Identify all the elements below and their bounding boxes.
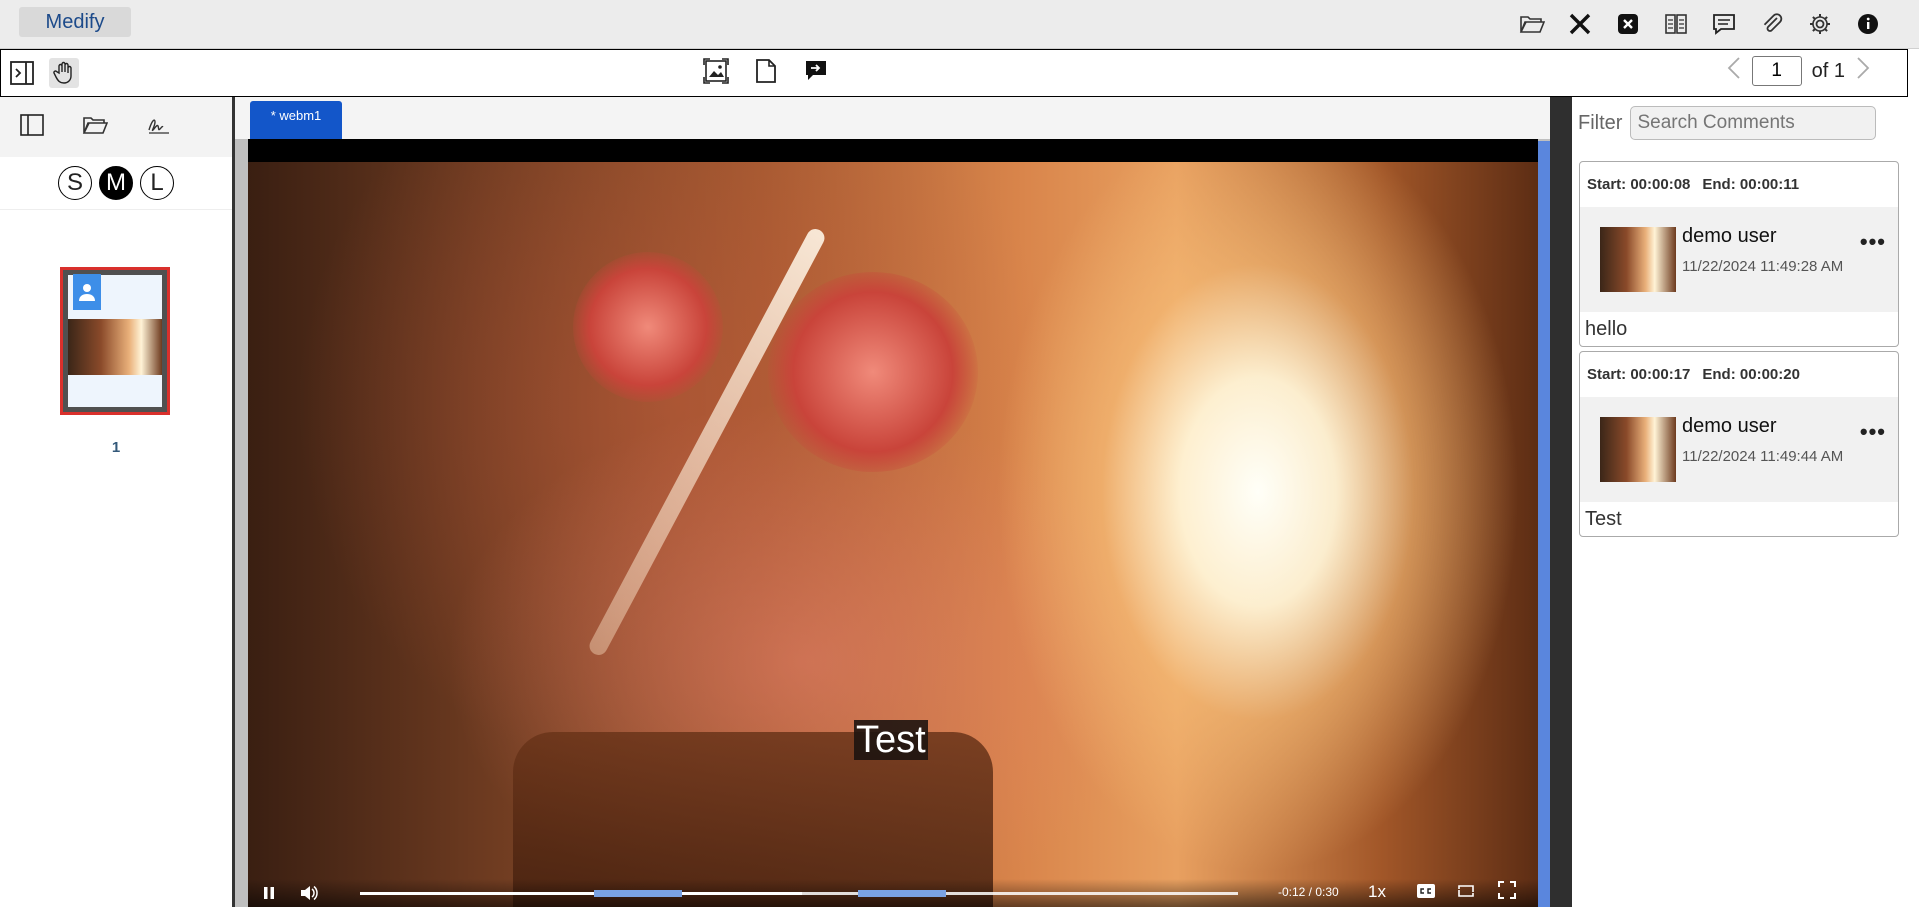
comment-author: demo user	[1682, 415, 1777, 437]
left-panel-tabs	[0, 97, 232, 157]
comment-time-range: Start: 00:00:08 End: 00:00:11	[1580, 162, 1898, 207]
viewer-scrollbar[interactable]	[1538, 141, 1550, 907]
search-comments-input[interactable]	[1630, 106, 1877, 140]
chevron-left-icon[interactable]	[1726, 56, 1742, 86]
info-icon[interactable]	[1853, 10, 1883, 38]
comment-end: End: 00:00:11	[1702, 176, 1800, 193]
page-navigator: of 1	[1726, 56, 1871, 86]
compare-icon[interactable]	[1661, 10, 1691, 38]
close-icon[interactable]	[1565, 10, 1595, 38]
comments-panel: Filter Start: 00:00:08 End: 00:00:11 demo…	[1572, 97, 1919, 907]
flower	[573, 252, 723, 402]
document-tab[interactable]: * webm1	[250, 101, 342, 139]
fullscreen-icon[interactable]	[1498, 881, 1516, 904]
pause-icon[interactable]	[254, 880, 284, 906]
comment-start: Start: 00:00:17	[1587, 366, 1691, 383]
main-toolbar: of 1	[0, 49, 1908, 97]
comment-date: 11/22/2024 11:49:28 AM	[1682, 258, 1844, 275]
panel-divider[interactable]	[1550, 97, 1572, 907]
folder-open-icon[interactable]	[1517, 10, 1547, 38]
video-progress-played	[360, 892, 802, 895]
video-player[interactable]: Test -0:12 / 0:30 1x	[248, 139, 1538, 907]
top-bar: Medify	[0, 0, 1919, 49]
comment-marker[interactable]	[857, 890, 946, 897]
comment-marker[interactable]	[594, 890, 683, 897]
pan-hand-icon[interactable]	[49, 58, 79, 88]
gear-icon[interactable]	[1805, 10, 1835, 38]
comment-header: demo user 11/22/2024 11:49:44 AM •••	[1580, 397, 1898, 502]
comment-start: Start: 00:00:08	[1587, 176, 1691, 193]
comment-export-icon[interactable]	[801, 56, 831, 86]
thumbnail-size-selector: S M L	[0, 157, 232, 210]
playback-speed-button[interactable]: 1x	[1368, 882, 1386, 902]
signature-panel-icon[interactable]	[146, 114, 172, 141]
thumbnail-video-frame	[68, 319, 162, 375]
volume-icon[interactable]	[294, 880, 324, 906]
chevron-right-icon[interactable]	[1855, 56, 1871, 86]
page-icon[interactable]	[751, 56, 781, 86]
close-box-icon[interactable]	[1613, 10, 1643, 38]
folder-panel-icon[interactable]	[82, 114, 109, 141]
fit-image-icon[interactable]	[701, 56, 731, 86]
captions-icon[interactable]	[1416, 881, 1436, 906]
comment-author: demo user	[1682, 225, 1777, 247]
page-total-label: of 1	[1811, 59, 1845, 82]
comment-time-range: Start: 00:00:17 End: 00:00:20	[1580, 352, 1898, 397]
size-medium-button[interactable]: M	[99, 166, 133, 200]
page-thumbnail[interactable]	[60, 267, 170, 415]
video-controls: -0:12 / 0:30 1x	[248, 879, 1538, 907]
video-frame: Test	[248, 162, 1538, 907]
brand-logo[interactable]: Medify	[19, 7, 131, 37]
document-tab-strip: * webm1	[235, 97, 1550, 139]
comment-header: demo user 11/22/2024 11:49:28 AM •••	[1580, 207, 1898, 312]
video-progress-bar[interactable]	[360, 890, 1238, 897]
document-viewer: * webm1 Test -0:12 / 0:30 1x	[235, 97, 1550, 907]
more-options-icon[interactable]: •••	[1860, 419, 1886, 445]
loop-icon[interactable]	[1456, 881, 1476, 906]
comment-card[interactable]: Start: 00:00:08 End: 00:00:11 demo user 1…	[1579, 161, 1899, 347]
filter-label: Filter	[1578, 111, 1623, 134]
thumbnail-list: 1	[0, 267, 232, 907]
more-options-icon[interactable]: •••	[1860, 229, 1886, 255]
flower	[768, 272, 978, 472]
comment-end: End: 00:00:20	[1702, 366, 1800, 383]
thumbnail-page-number: 1	[111, 439, 121, 456]
sidebar-toggle-icon[interactable]	[7, 58, 37, 88]
avatar	[1600, 417, 1676, 482]
comment-date: 11/22/2024 11:49:44 AM	[1682, 448, 1844, 465]
comments-icon[interactable]	[1709, 10, 1739, 38]
video-caption: Test	[854, 719, 928, 761]
user-badge-icon	[73, 274, 101, 310]
paperclip-icon[interactable]	[1757, 10, 1787, 38]
comment-text: Test	[1585, 508, 1622, 530]
video-time: -0:12 / 0:30	[1278, 885, 1339, 899]
size-large-button[interactable]: L	[140, 166, 174, 200]
left-panel: S M L 1	[0, 97, 235, 907]
page-number-input[interactable]	[1751, 56, 1802, 86]
comment-card[interactable]: Start: 00:00:17 End: 00:00:20 demo user 1…	[1579, 351, 1899, 537]
avatar	[1600, 227, 1676, 292]
comment-text: hello	[1585, 318, 1628, 340]
size-small-button[interactable]: S	[58, 166, 92, 200]
top-icon-group	[1517, 10, 1883, 38]
comment-filter: Filter	[1578, 106, 1877, 140]
thumbnails-panel-icon[interactable]	[20, 113, 44, 141]
